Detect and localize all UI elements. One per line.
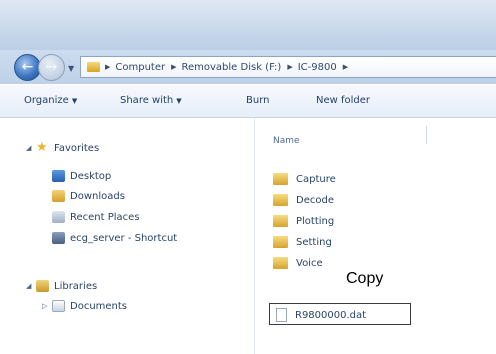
forward-button[interactable]: → [38, 54, 65, 81]
breadcrumb-separator-icon[interactable]: ▶ [171, 63, 176, 71]
collapse-arrow-icon[interactable]: ◢ [26, 282, 36, 290]
breadcrumb-separator-icon[interactable]: ▶ [105, 63, 110, 71]
window-title-bar [0, 0, 496, 50]
nav-item-libraries[interactable]: ◢ Libraries [26, 280, 97, 292]
file-name: Capture [296, 173, 336, 185]
list-item-dat-file[interactable]: R9800000.dat [276, 308, 366, 322]
expand-arrow-icon[interactable]: ▷ [42, 302, 52, 310]
folder-icon [273, 194, 288, 206]
forward-arrow-icon: → [45, 59, 58, 75]
breadcrumb-separator-icon[interactable]: ▶ [287, 63, 292, 71]
address-row: ← → ▼ ▶ Computer ▶ Removable Disk (F:) ▶… [0, 50, 496, 84]
new-folder-button[interactable]: New folder [316, 95, 370, 106]
downloads-folder-icon [52, 190, 65, 202]
list-item[interactable]: Decode [273, 194, 334, 206]
back-arrow-icon: ← [21, 59, 34, 75]
share-with-button[interactable]: Share with ▼ [120, 95, 182, 106]
back-button[interactable]: ← [14, 54, 41, 81]
copy-annotation: Copy [346, 270, 384, 287]
navigation-pane: ◢ ★ Favorites Desktop Downloads Recent P… [0, 118, 254, 354]
list-item[interactable]: Capture [273, 173, 336, 185]
address-bar[interactable]: ▶ Computer ▶ Removable Disk (F:) ▶ IC-98… [80, 56, 496, 78]
column-header-name[interactable]: Name [273, 136, 300, 146]
breadcrumb-separator-icon[interactable]: ▶ [343, 63, 348, 71]
recent-pages-dropdown[interactable]: ▼ [68, 64, 74, 73]
file-name: Voice [296, 257, 323, 269]
chevron-down-icon: ▼ [71, 97, 78, 105]
nav-label-shortcut: ecg_server - Shortcut [70, 232, 178, 244]
organize-button[interactable]: Organize ▼ [24, 95, 77, 106]
nav-label-desktop: Desktop [70, 170, 112, 182]
folder-icon [273, 257, 288, 269]
file-name: R9800000.dat [295, 309, 367, 321]
breadcrumb-removable-disk[interactable]: Removable Disk (F:) [182, 62, 282, 73]
breadcrumb-computer[interactable]: Computer [115, 62, 165, 73]
folder-icon [87, 62, 100, 72]
chevron-down-icon: ▼ [176, 97, 182, 105]
list-item[interactable]: Voice [273, 257, 323, 269]
star-icon: ★ [36, 140, 48, 155]
nav-item-desktop[interactable]: Desktop [52, 170, 111, 182]
document-file-icon [276, 308, 287, 322]
desktop-icon [52, 170, 65, 182]
recent-places-icon [52, 211, 65, 223]
collapse-arrow-icon[interactable]: ◢ [26, 144, 36, 152]
pane-divider[interactable] [254, 118, 255, 354]
file-name: Plotting [296, 215, 335, 227]
organize-label: Organize [24, 95, 69, 106]
nav-label-recent-places: Recent Places [70, 211, 140, 223]
libraries-icon [36, 280, 49, 292]
file-name: Setting [296, 236, 332, 248]
file-list-pane: Name Capture Decode Plotting Setting Voi… [256, 118, 496, 354]
list-item[interactable]: Setting [273, 236, 332, 248]
network-shortcut-icon [52, 232, 65, 244]
breadcrumb-device-folder[interactable]: IC-9800 [298, 62, 337, 73]
list-item[interactable]: Plotting [273, 215, 334, 227]
nav-label-libraries: Libraries [54, 280, 98, 292]
share-with-label: Share with [120, 95, 174, 106]
nav-label-downloads: Downloads [70, 190, 125, 202]
nav-label-favorites: Favorites [54, 142, 100, 154]
burn-button[interactable]: Burn [246, 95, 269, 106]
documents-icon [52, 300, 65, 312]
folder-icon [273, 173, 288, 185]
nav-item-documents[interactable]: ▷ Documents [42, 300, 127, 312]
nav-item-shortcut[interactable]: ecg_server - Shortcut [52, 232, 177, 244]
nav-item-favorites[interactable]: ◢ ★ Favorites [26, 140, 100, 155]
column-separator[interactable] [426, 126, 427, 144]
nav-item-recent-places[interactable]: Recent Places [52, 211, 140, 223]
file-name: Decode [296, 194, 334, 206]
folder-icon [273, 215, 288, 227]
nav-item-downloads[interactable]: Downloads [52, 190, 125, 202]
command-toolbar: Organize ▼ Share with ▼ Burn New folder [0, 84, 496, 118]
nav-label-documents: Documents [70, 300, 128, 312]
folder-icon [273, 236, 288, 248]
